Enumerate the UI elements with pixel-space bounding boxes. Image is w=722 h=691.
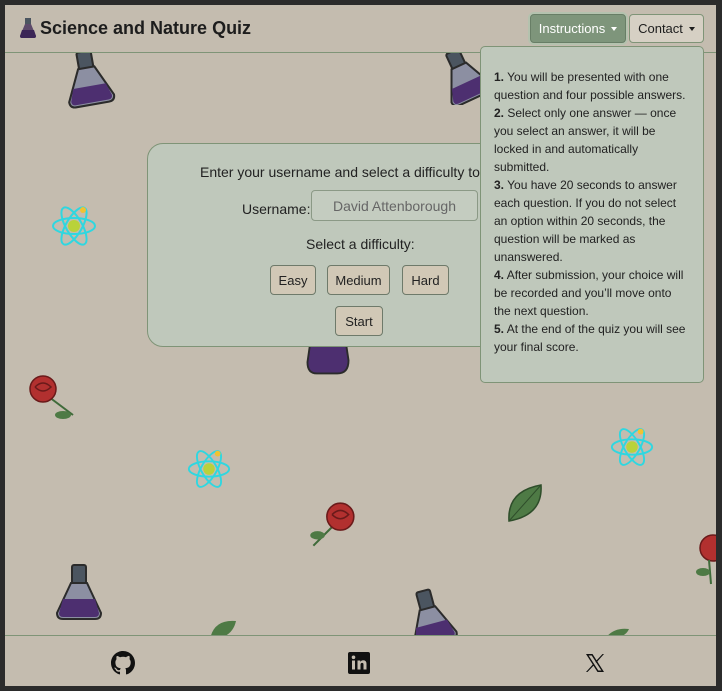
instructions-dropdown-button[interactable]: Instructions (530, 14, 626, 43)
medium-button[interactable]: Medium (327, 265, 390, 295)
instruction-item: 1. You will be presented with one questi… (494, 70, 686, 102)
contact-dropdown-button[interactable]: Contact (629, 14, 704, 43)
rose-icon (310, 502, 355, 547)
flask-icon (20, 18, 36, 38)
rose-icon (29, 375, 74, 419)
footer (5, 635, 716, 686)
username-label: Username: (242, 201, 311, 217)
instructions-label: Instructions (538, 21, 606, 36)
atom-icon (187, 450, 231, 488)
linkedin-icon[interactable] (347, 651, 371, 675)
start-button[interactable]: Start (335, 306, 383, 336)
contact-label: Contact (638, 21, 683, 36)
brand[interactable]: Science and Nature Quiz (19, 17, 251, 39)
flask-icon (68, 49, 116, 109)
instruction-item: 5. At the end of the quiz you will see y… (494, 322, 686, 354)
leaf-icon (508, 484, 542, 522)
atom-icon (52, 206, 96, 246)
instructions-dropdown-menu: 1. You will be presented with one questi… (480, 46, 704, 383)
caret-down-icon (611, 26, 618, 31)
github-icon[interactable] (111, 651, 135, 675)
flask-icon (55, 564, 103, 620)
instruction-item: 4. After submission, your choice will be… (494, 268, 684, 318)
caret-down-icon (688, 26, 695, 31)
hard-button[interactable]: Hard (402, 265, 449, 295)
instruction-item: 3. You have 20 seconds to answer each qu… (494, 178, 677, 264)
setup-intro: Enter your username and select a difficu… (200, 164, 480, 180)
username-input[interactable] (311, 190, 478, 221)
page: Science and Nature Quiz Instructions Con… (5, 5, 716, 686)
brand-title: Science and Nature Quiz (40, 17, 252, 38)
x-icon[interactable] (583, 651, 607, 675)
atom-icon (610, 428, 654, 466)
difficulty-label: Select a difficulty: (306, 236, 415, 252)
instruction-item: 2. Select only one answer — once you sel… (494, 106, 677, 174)
rose-icon (696, 534, 716, 585)
easy-button[interactable]: Easy (270, 265, 316, 295)
